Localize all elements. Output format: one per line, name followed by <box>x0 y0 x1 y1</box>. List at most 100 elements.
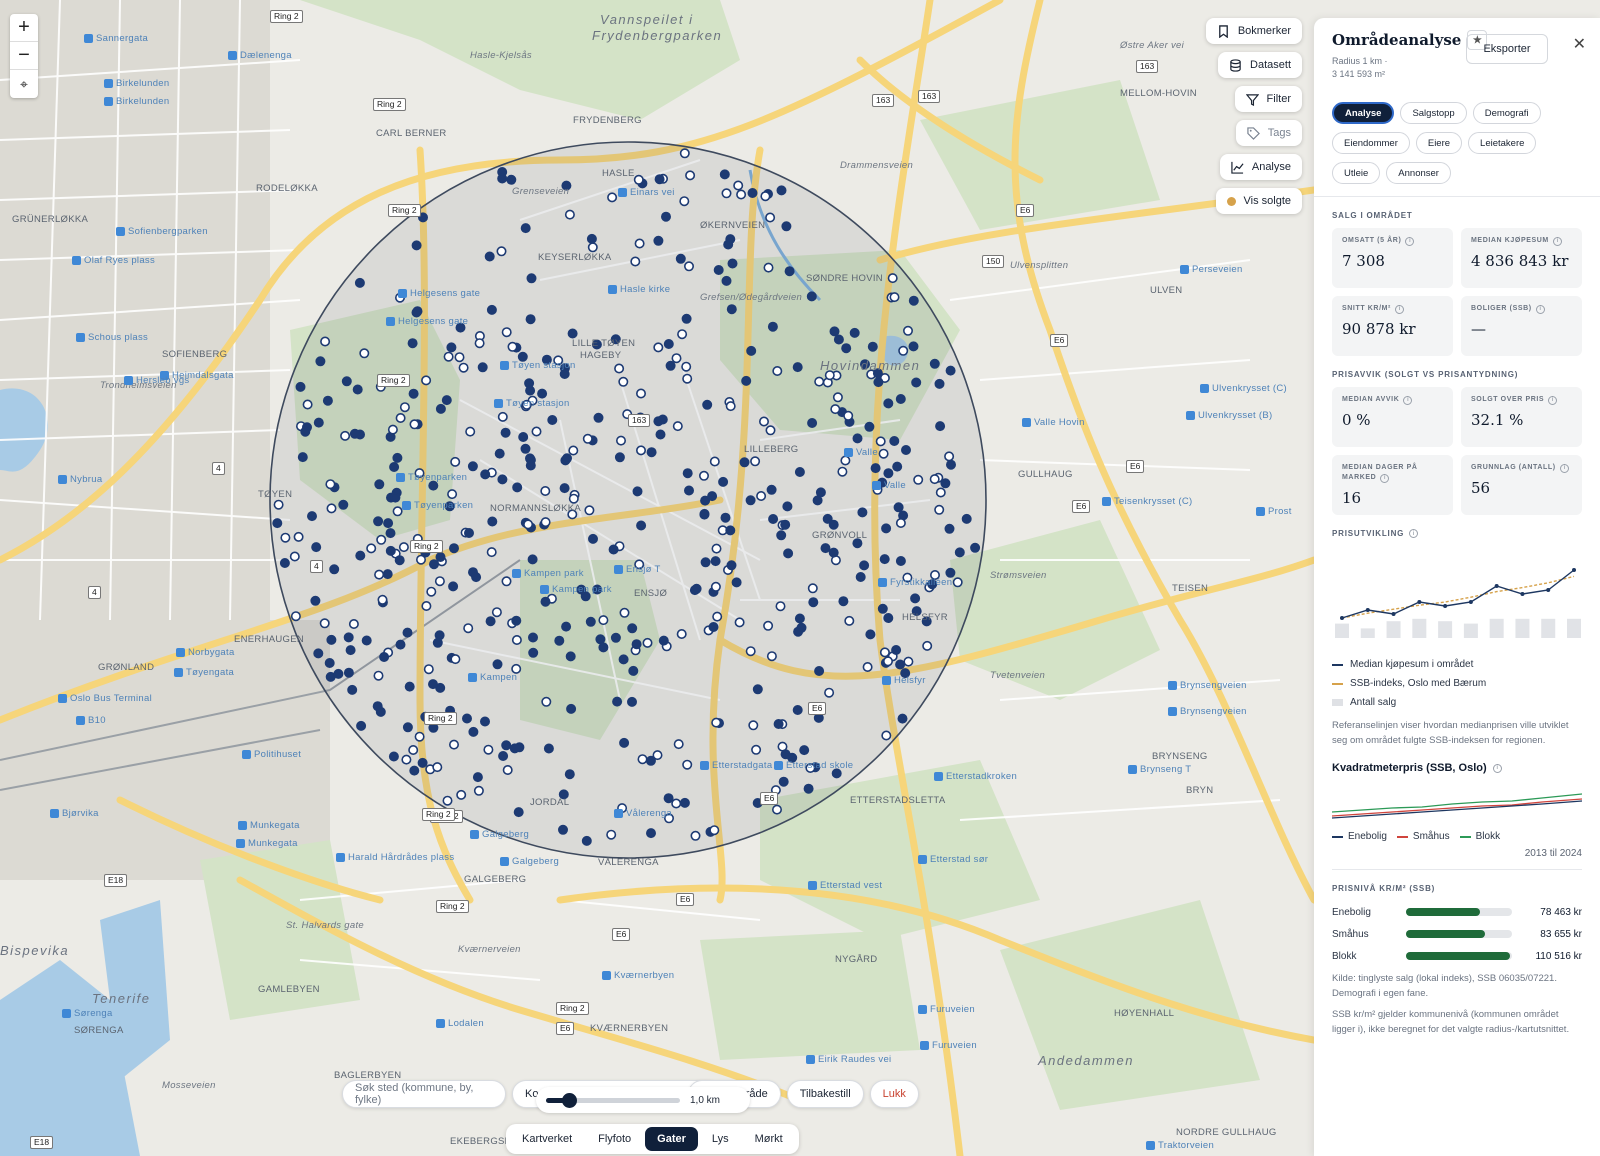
sold-property-dot[interactable] <box>699 508 710 519</box>
sold-property-dot[interactable] <box>502 764 513 775</box>
sold-property-dot[interactable] <box>794 466 805 477</box>
sold-property-dot[interactable] <box>852 433 863 444</box>
sold-property-dot[interactable] <box>748 720 759 731</box>
sold-property-dot[interactable] <box>273 499 284 510</box>
radius-slider[interactable]: 1,0 km <box>536 1087 750 1113</box>
sold-property-dot[interactable] <box>765 425 776 436</box>
sold-property-dot[interactable] <box>398 542 409 553</box>
sold-property-dot[interactable] <box>388 751 399 762</box>
sold-property-dot[interactable] <box>635 388 646 399</box>
sold-property-dot[interactable] <box>441 395 452 406</box>
sold-property-dot[interactable] <box>628 665 639 676</box>
sold-property-dot[interactable] <box>512 482 523 493</box>
sold-property-dot[interactable] <box>498 750 509 761</box>
sold-property-dot[interactable] <box>820 543 831 554</box>
sold-property-dot[interactable] <box>501 327 512 338</box>
sold-property-dot[interactable] <box>468 726 479 737</box>
sold-property-dot[interactable] <box>792 704 803 715</box>
sold-property-dot[interactable] <box>671 798 682 809</box>
sold-property-dot[interactable] <box>450 654 461 665</box>
sold-property-dot[interactable] <box>807 583 818 594</box>
sold-property-dot[interactable] <box>407 338 418 349</box>
sold-property-dot[interactable] <box>683 261 694 272</box>
sold-property-dot[interactable] <box>356 720 367 731</box>
sold-property-dot[interactable] <box>446 342 457 353</box>
sold-property-dot[interactable] <box>685 170 696 181</box>
sold-property-dot[interactable] <box>615 435 626 446</box>
sold-property-dot[interactable] <box>325 479 336 490</box>
sold-property-dot[interactable] <box>736 189 747 200</box>
sold-property-dot[interactable] <box>642 637 653 648</box>
basemap-mørkt[interactable]: Mørkt <box>743 1127 795 1151</box>
sold-property-dot[interactable] <box>374 569 385 580</box>
sold-property-dot[interactable] <box>497 474 508 485</box>
sold-property-dot[interactable] <box>527 632 538 643</box>
sold-property-dot[interactable] <box>778 776 789 787</box>
sold-property-dot[interactable] <box>471 572 482 583</box>
sold-property-dot[interactable] <box>333 668 344 679</box>
sold-property-dot[interactable] <box>954 547 965 558</box>
sold-property-dot[interactable] <box>566 703 577 714</box>
sold-property-dot[interactable] <box>293 531 304 542</box>
sold-property-dot[interactable] <box>780 519 791 530</box>
sold-property-dot[interactable] <box>373 516 384 527</box>
tab-leietakere[interactable]: Leietakere <box>1468 132 1537 154</box>
sold-property-dot[interactable] <box>496 246 507 257</box>
sold-property-dot[interactable] <box>595 634 606 645</box>
sold-property-dot[interactable] <box>606 829 617 840</box>
sold-property-dot[interactable] <box>726 560 737 571</box>
sold-property-dot[interactable] <box>902 325 913 336</box>
sold-property-dot[interactable] <box>766 651 777 662</box>
close-icon[interactable]: ✕ <box>1573 34 1586 54</box>
sold-property-dot[interactable] <box>663 793 674 804</box>
sold-property-dot[interactable] <box>525 460 536 471</box>
sold-property-dot[interactable] <box>633 174 644 185</box>
sold-property-dot[interactable] <box>794 613 805 624</box>
zoom-in-button[interactable]: + <box>10 14 38 42</box>
sold-property-dot[interactable] <box>721 275 732 286</box>
sold-property-dot[interactable] <box>520 223 531 234</box>
sold-property-dot[interactable] <box>463 623 474 634</box>
sold-property-dot[interactable] <box>782 501 793 512</box>
sold-property-dot[interactable] <box>483 744 494 755</box>
sold-property-dot[interactable] <box>561 453 572 464</box>
sold-property-dot[interactable] <box>395 412 406 423</box>
sold-property-dot[interactable] <box>780 749 791 760</box>
basemap-kartverket[interactable]: Kartverket <box>510 1127 584 1151</box>
tab-analyse[interactable]: Analyse <box>1332 102 1395 124</box>
sold-property-dot[interactable] <box>658 635 669 646</box>
sold-property-dot[interactable] <box>760 191 771 202</box>
sold-property-dot[interactable] <box>776 530 787 541</box>
sold-property-dot[interactable] <box>844 615 855 626</box>
sold-property-dot[interactable] <box>474 338 485 349</box>
sold-property-dot[interactable] <box>700 557 711 568</box>
sold-property-dot[interactable] <box>593 412 604 423</box>
sold-property-dot[interactable] <box>720 512 731 523</box>
sold-property-dot[interactable] <box>404 681 415 692</box>
sold-property-dot[interactable] <box>432 762 443 773</box>
sold-property-dot[interactable] <box>302 399 313 410</box>
sold-property-dot[interactable] <box>507 341 518 352</box>
sold-property-dot[interactable] <box>395 639 406 650</box>
sold-property-dot[interactable] <box>708 621 719 632</box>
sold-property-dot[interactable] <box>494 448 505 459</box>
sold-property-dot[interactable] <box>934 504 945 515</box>
sold-property-dot[interactable] <box>750 456 761 467</box>
sold-property-dot[interactable] <box>520 443 531 454</box>
sold-property-dot[interactable] <box>913 474 924 485</box>
sold-property-dot[interactable] <box>709 825 720 836</box>
sold-property-dot[interactable] <box>892 461 903 472</box>
reset-button[interactable]: Tilbakestill <box>786 1080 864 1108</box>
sold-property-dot[interactable] <box>961 513 972 524</box>
sold-property-dot[interactable] <box>745 646 756 657</box>
sold-property-dot[interactable] <box>421 375 432 386</box>
sold-property-dot[interactable] <box>486 547 497 558</box>
info-icon[interactable]: i <box>1380 473 1390 483</box>
sold-property-dot[interactable] <box>608 544 619 555</box>
sold-property-dot[interactable] <box>711 543 722 554</box>
sold-property-dot[interactable] <box>547 414 558 425</box>
sold-property-dot[interactable] <box>945 459 956 470</box>
sold-property-dot[interactable] <box>324 657 335 668</box>
sold-property-dot[interactable] <box>837 466 848 477</box>
sold-property-dot[interactable] <box>881 730 892 741</box>
